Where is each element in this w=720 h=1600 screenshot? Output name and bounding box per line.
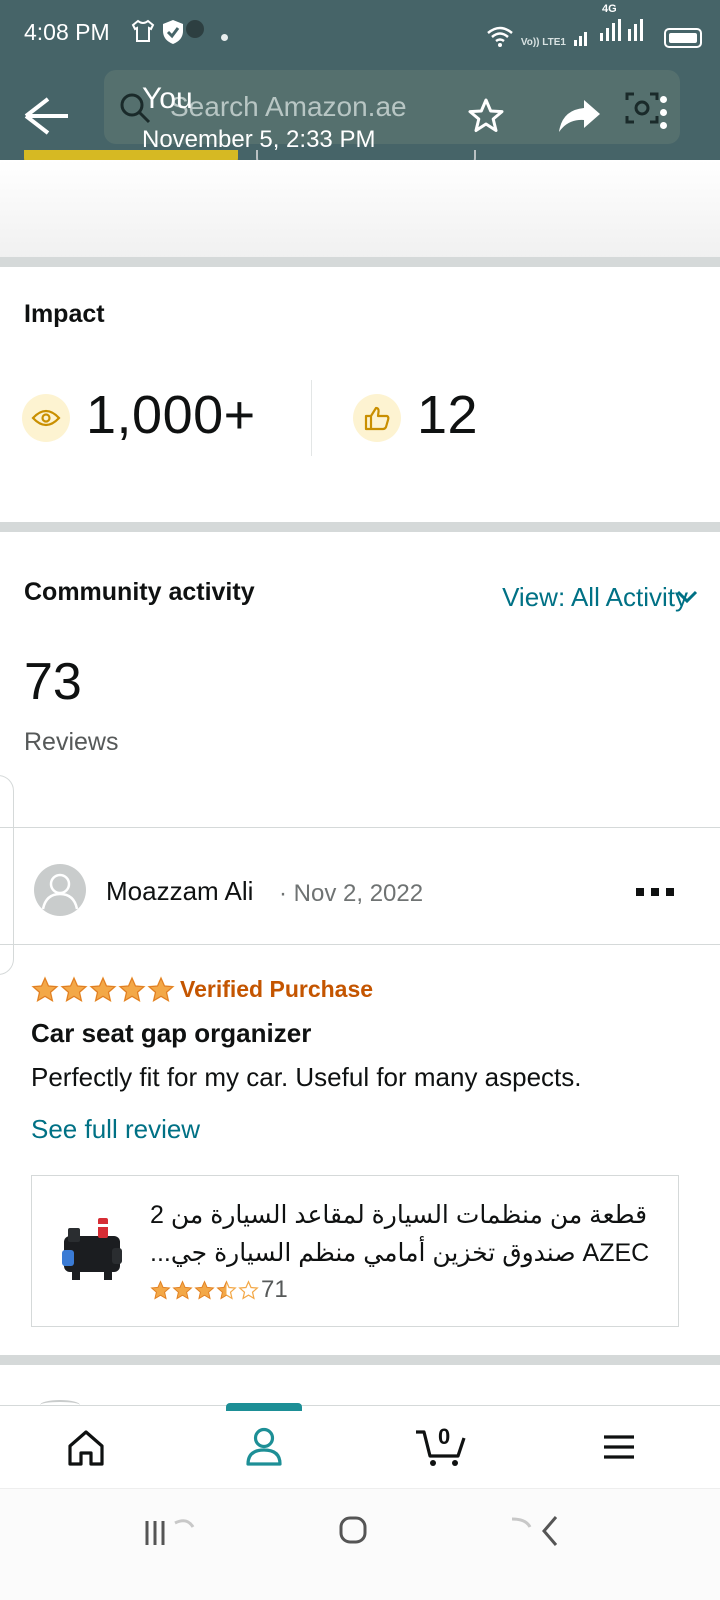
- chevron-down-icon[interactable]: [676, 590, 698, 604]
- system-status-icons: Vo)) LTE1 4G: [485, 3, 702, 48]
- product-rating-count: 71: [261, 1276, 288, 1303]
- star-icon[interactable]: [466, 96, 506, 136]
- more-options-icon[interactable]: [657, 96, 669, 136]
- network-type: 4G: [602, 3, 617, 15]
- lens-icon[interactable]: [624, 90, 660, 126]
- back-button-icon[interactable]: [508, 1515, 560, 1547]
- views-count: 1,000+: [86, 385, 256, 445]
- reviews-count-label: Reviews: [24, 728, 119, 756]
- home-icon[interactable]: [66, 1426, 106, 1468]
- activity-filter-dropdown[interactable]: View: All Activity: [502, 582, 688, 613]
- star-icon: [238, 1280, 259, 1300]
- menu-icon[interactable]: [602, 1426, 636, 1468]
- active-tab-indicator: [226, 1403, 302, 1411]
- star-icon: [147, 976, 175, 1003]
- section-separator: [0, 1355, 720, 1365]
- community-heading: Community activity: [24, 578, 255, 606]
- product-title[interactable]: قطعة من منظمات السيارة لمقاعد السيارة من…: [150, 1196, 655, 1272]
- likes-icon-badge: [353, 394, 401, 442]
- network-label: Vo)) LTE1: [520, 37, 566, 48]
- impact-divider: [311, 380, 312, 456]
- signal-4g: 4G: [598, 3, 658, 48]
- views-icon-badge: [22, 394, 70, 442]
- header-gradient: [0, 160, 720, 260]
- star-icon: [31, 976, 59, 1003]
- shield-icon: [163, 20, 183, 44]
- star-icon: [150, 1280, 171, 1300]
- review-star-rating: [31, 976, 175, 1004]
- notification-dot: [221, 34, 228, 41]
- status-bar: 4:08 PM Vo)) LTE1 4G: [0, 0, 720, 62]
- screenshot-viewer-overlay: 4:08 PM Vo)) LTE1 4G Search Amazon.ae Yo…: [0, 0, 720, 160]
- home-button-icon[interactable]: [338, 1515, 368, 1545]
- section-separator: [0, 522, 720, 532]
- product-thumbnail[interactable]: [58, 1214, 126, 1284]
- eye-icon: [31, 409, 61, 427]
- star-icon: [118, 976, 146, 1003]
- back-arrow-icon[interactable]: [18, 96, 74, 136]
- signal-icon: [574, 32, 587, 46]
- see-full-review-link[interactable]: See full review: [31, 1114, 200, 1145]
- star-icon: [89, 976, 117, 1003]
- tshirt-icon: [131, 19, 155, 42]
- product-star-rating: [150, 1280, 259, 1301]
- review-date: · Nov 2, 2022: [279, 880, 424, 907]
- messenger-icon: [186, 20, 204, 38]
- verified-purchase-badge: Verified Purchase: [180, 976, 374, 1002]
- thumbs-up-icon: [364, 406, 390, 431]
- battery-icon: [664, 28, 702, 48]
- likes-count: 12: [417, 385, 479, 445]
- user-silhouette-icon: [41, 873, 79, 910]
- signal-bars-icon: [600, 19, 643, 41]
- product-title-line1: قطعة من منظمات السيارة لمقاعد السيارة من…: [150, 1201, 648, 1229]
- wifi-icon: [487, 26, 513, 47]
- side-panel-edge: [0, 775, 14, 975]
- avatar[interactable]: [34, 864, 86, 916]
- divider: [0, 944, 720, 945]
- recent-apps-icon[interactable]: [143, 1517, 203, 1549]
- profile-icon[interactable]: [244, 1426, 284, 1468]
- review-options-icon[interactable]: [636, 888, 674, 896]
- star-icon: [172, 1280, 193, 1300]
- star-icon: [194, 1280, 215, 1300]
- system-navigation-bar: [0, 1488, 720, 1600]
- impact-heading: Impact: [24, 300, 105, 328]
- star-icon: [216, 1280, 237, 1300]
- product-card[interactable]: قطعة من منظمات السيارة لمقاعد السيارة من…: [31, 1175, 679, 1327]
- section-separator: [0, 257, 720, 267]
- viewer-title: You: [142, 82, 193, 115]
- star-icon: [60, 976, 88, 1003]
- reviewer-name[interactable]: Moazzam Ali: [106, 876, 253, 907]
- review-title: Car seat gap organizer: [31, 1018, 312, 1048]
- divider: [0, 827, 720, 828]
- cart-count: 0: [438, 1424, 451, 1449]
- ghost-search-placeholder: Search Amazon.ae: [170, 91, 407, 122]
- share-icon[interactable]: [556, 96, 602, 136]
- reviews-count: 73: [24, 653, 82, 711]
- product-title-line2: AZEC صندوق تخزين أمامي منظم السيارة جي..…: [150, 1239, 650, 1267]
- status-time: 4:08 PM: [24, 19, 110, 45]
- review-body: Perfectly fit for my car. Useful for man…: [31, 1062, 582, 1092]
